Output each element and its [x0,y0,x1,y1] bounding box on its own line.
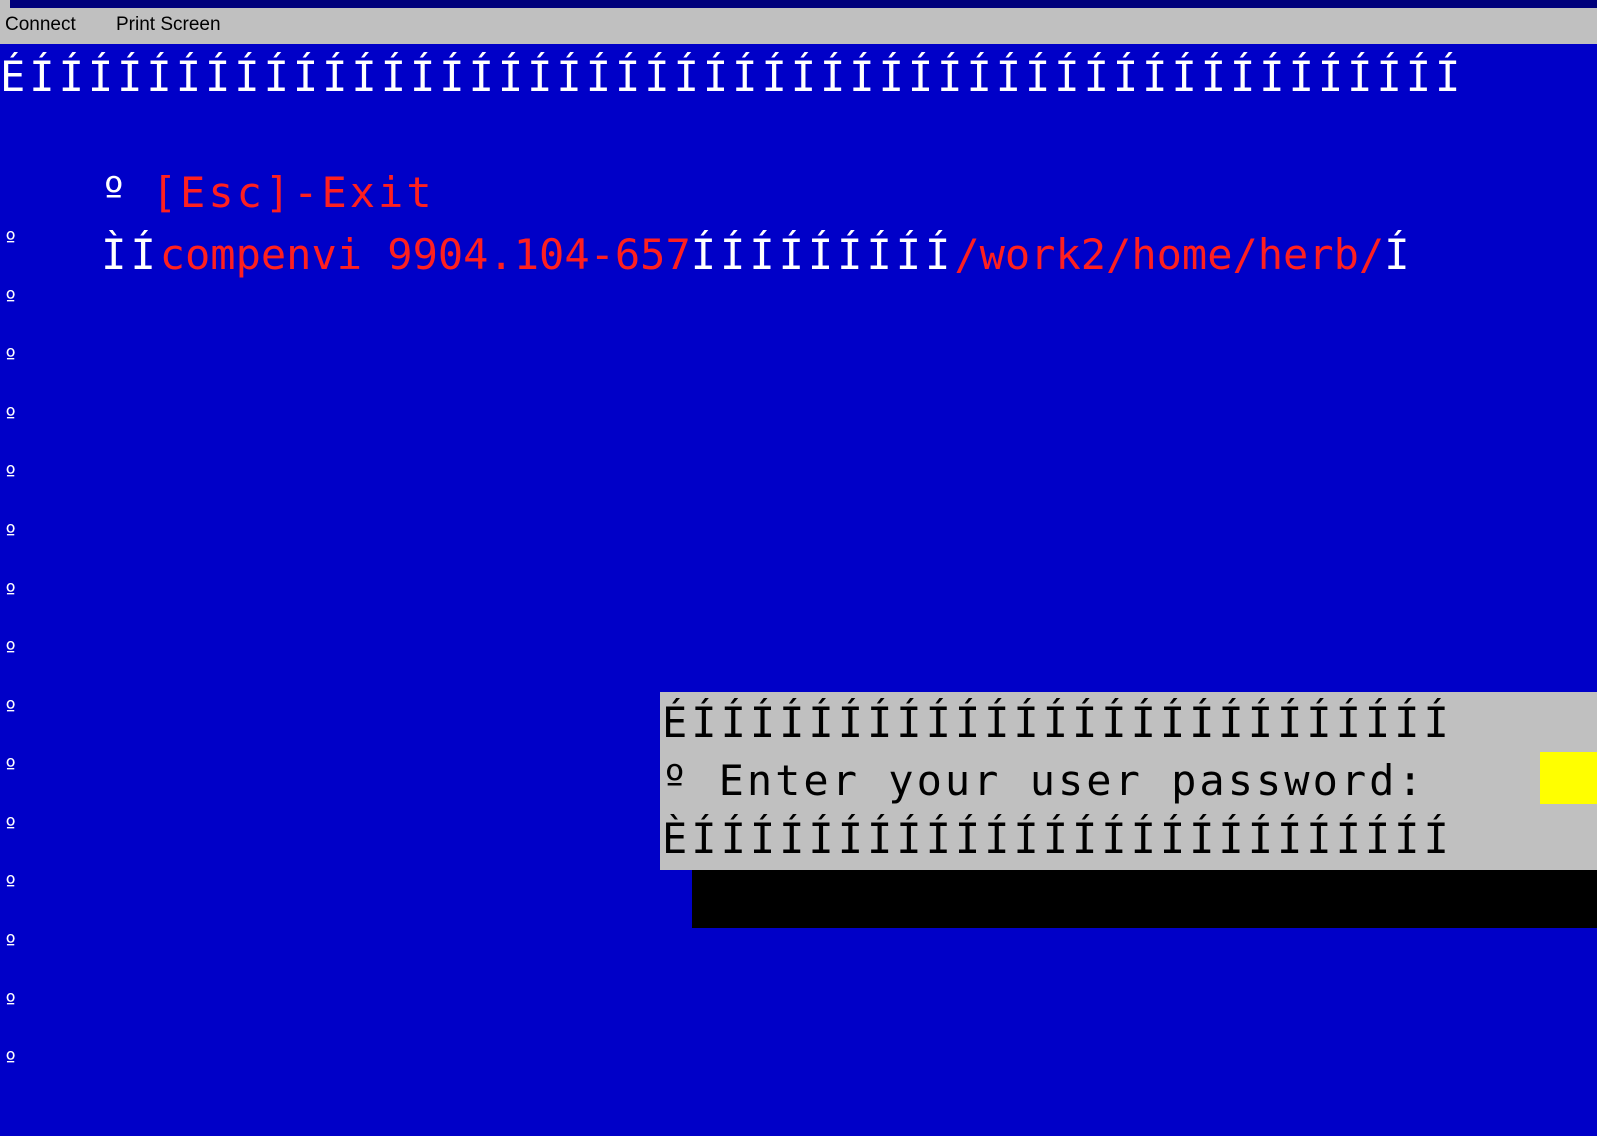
esc-row: º [Esc]-Exit [0,106,435,217]
side-border-glyph: º [4,872,18,897]
status-tail: Í [1384,230,1410,279]
side-border-glyph: º [4,1048,18,1073]
dialog-top-border: ÉÍÍÍÍÍÍÍÍÍÍÍÍÍÍÍÍÍÍÍÍÍÍÍÍÍÍ [662,698,1453,747]
side-border-glyph: º [4,814,18,839]
side-border-glyph: º [4,755,18,780]
dialog-bottom-border: ÈÍÍÍÍÍÍÍÍÍÍÍÍÍÍÍÍÍÍÍÍÍÍÍÍÍÍ [662,814,1453,863]
side-border-glyph: º [4,580,18,605]
menu-connect[interactable]: Connect [5,14,76,36]
password-dialog: ÉÍÍÍÍÍÍÍÍÍÍÍÍÍÍÍÍÍÍÍÍÍÍÍÍÍÍ º Enter your… [660,692,1597,870]
terminal-screen[interactable]: ÉÍÍÍÍÍÍÍÍÍÍÍÍÍÍÍÍÍÍÍÍÍÍÍÍÍÍÍÍÍÍÍÍÍÍÍÍÍÍÍ… [0,44,1597,1136]
side-border-glyph: º [4,990,18,1015]
status-row: ÌÍcompenvi 9904.104-657ÍÍÍÍÍÍÍÍÍ/work2/h… [0,168,1409,279]
menu-bar: Connect Print Screen [0,8,1597,44]
side-border-glyph: º [4,287,18,312]
side-border-glyph: º [4,345,18,370]
app-icon[interactable] [0,0,10,8]
status-fill: ÍÍÍÍÍÍÍÍÍ [690,230,955,279]
side-border-glyph: º [4,462,18,487]
side-border-glyph: º [4,931,18,956]
password-prompt: º Enter your user password: [662,756,1426,805]
side-border-glyph: º [4,228,18,253]
side-border-glyph: º [4,638,18,663]
side-border-glyph: º [4,697,18,722]
side-border-glyph: º [4,404,18,429]
menu-print-screen[interactable]: Print Screen [116,14,221,36]
status-lead: ÌÍ [101,230,160,279]
side-border-glyph: º [4,521,18,546]
dialog-shadow [692,870,1597,928]
password-input[interactable] [1540,752,1597,804]
top-border: ÉÍÍÍÍÍÍÍÍÍÍÍÍÍÍÍÍÍÍÍÍÍÍÍÍÍÍÍÍÍÍÍÍÍÍÍÍÍÍÍ… [0,52,1465,101]
title-bar [0,0,1597,8]
path-label: /work2/home/herb/ [954,230,1385,279]
version-label: compenvi 9904.104-657 [159,230,691,279]
